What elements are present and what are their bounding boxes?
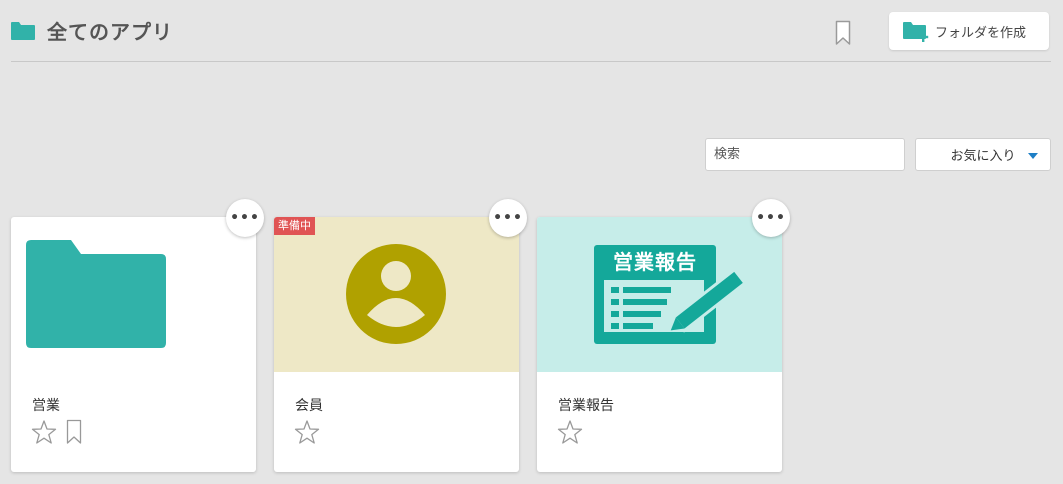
- bookmark-icon[interactable]: [66, 419, 82, 445]
- sort-selected-label: お気に入り: [950, 149, 1016, 164]
- more-options-button[interactable]: •••: [752, 199, 790, 237]
- more-options-button[interactable]: •••: [489, 199, 527, 237]
- card-thumbnail: 営業報告: [537, 217, 782, 372]
- thumbnail-title: 営業報告: [613, 250, 697, 274]
- card-name: 営業: [32, 398, 60, 414]
- user-avatar-icon: [346, 244, 446, 344]
- star-icon[interactable]: [557, 419, 583, 445]
- star-icon[interactable]: [294, 419, 320, 445]
- report-form-icon: [594, 245, 748, 344]
- search-input[interactable]: [705, 138, 905, 171]
- create-folder-label: フォルダを作成: [935, 25, 1027, 41]
- page-title: 全てのアプリ: [47, 20, 173, 44]
- card-thumbnail: [11, 217, 256, 372]
- folder-icon: [26, 240, 166, 348]
- card-thumbnail: 準備中: [274, 217, 519, 372]
- bookmark-icon[interactable]: [835, 20, 851, 46]
- card-name: 営業報告: [558, 398, 614, 414]
- app-card-sales-report[interactable]: 営業報告 営業報告: [537, 217, 782, 472]
- create-folder-button[interactable]: フォルダを作成: [889, 12, 1049, 50]
- folder-card-sales[interactable]: 営業: [11, 217, 256, 472]
- more-options-button[interactable]: •••: [226, 199, 264, 237]
- app-list-page: 全てのアプリ フォルダを作成 お気に入り 営業 •••: [0, 0, 1063, 484]
- star-icon[interactable]: [31, 419, 57, 445]
- sort-select[interactable]: お気に入り: [915, 138, 1051, 171]
- caret-down-icon: [1028, 153, 1038, 159]
- status-badge: 準備中: [274, 217, 315, 235]
- folder-add-icon: [903, 22, 929, 42]
- card-name: 会員: [295, 398, 323, 414]
- app-card-member[interactable]: 準備中 会員: [274, 217, 519, 472]
- folder-icon: [11, 22, 35, 40]
- header-divider: [11, 61, 1051, 62]
